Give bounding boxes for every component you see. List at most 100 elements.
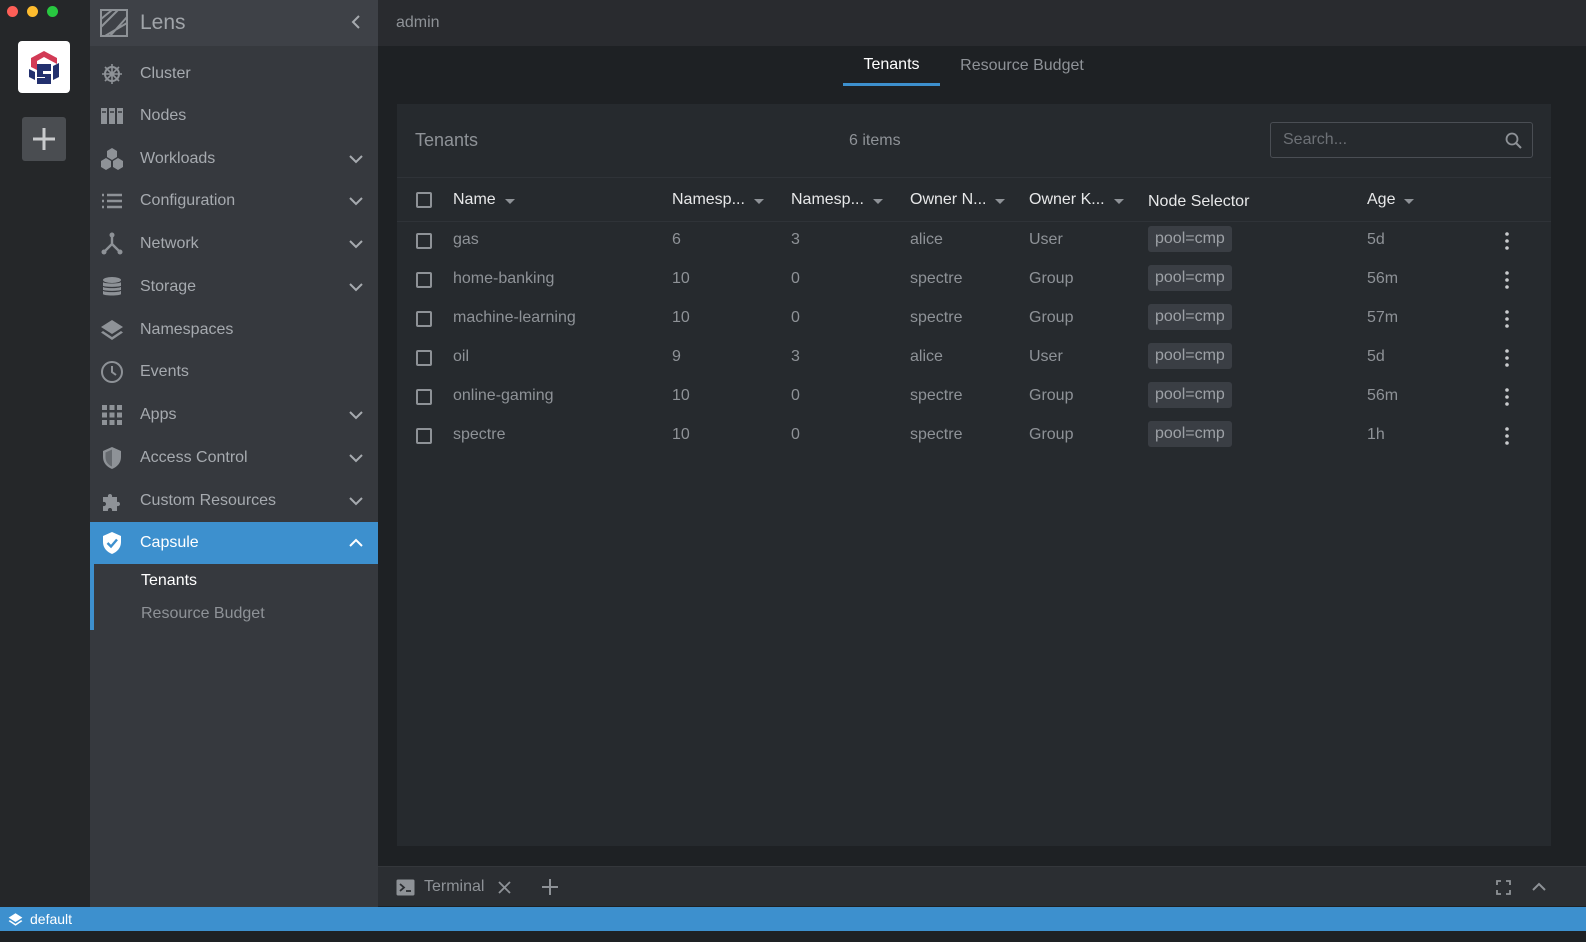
- terminal-tab[interactable]: Terminal: [396, 867, 512, 907]
- cell-owner-kind: Group: [1029, 426, 1074, 443]
- sidebar-subitem-resource-budget[interactable]: Resource Budget: [141, 605, 265, 623]
- main-content: admin Tenants Resource Budget Tenants 6 …: [378, 0, 1586, 918]
- panel-header: Tenants 6 items: [397, 104, 1551, 178]
- search-box[interactable]: [1270, 122, 1533, 158]
- sidebar-item-custom-resources[interactable]: Custom Resources: [90, 480, 378, 522]
- sidebar-item-storage[interactable]: Storage: [90, 266, 378, 308]
- sidebar-item-events[interactable]: Events: [90, 351, 378, 393]
- row-checkbox[interactable]: [416, 272, 432, 288]
- maximize-window-button[interactable]: [47, 6, 58, 17]
- table-row[interactable]: machine-learning 10 0 spectre Group pool…: [397, 300, 1551, 339]
- sidebar-item-label: Events: [140, 363, 189, 380]
- column-label: Namesp...: [672, 191, 745, 208]
- table-row[interactable]: gas 6 3 alice User pool=cmp 5d: [397, 222, 1551, 261]
- minimize-window-button[interactable]: [27, 6, 38, 17]
- cell-name: online-gaming: [453, 387, 554, 404]
- cell-namespace-quota: 6: [672, 231, 681, 248]
- sidebar-item-configuration[interactable]: Configuration: [90, 180, 378, 222]
- tab-tenants[interactable]: Tenants: [843, 46, 940, 86]
- list-icon: [102, 193, 122, 209]
- row-checkbox[interactable]: [416, 311, 432, 327]
- chevron-left-icon[interactable]: [346, 12, 366, 32]
- cell-name: home-banking: [453, 270, 555, 287]
- chevron-down-icon[interactable]: [348, 151, 364, 167]
- cell-namespace-quota: 10: [672, 270, 690, 287]
- row-checkbox[interactable]: [416, 428, 432, 444]
- puzzle-icon: [103, 494, 120, 511]
- chevron-down-icon[interactable]: [348, 407, 364, 423]
- table-row[interactable]: oil 9 3 alice User pool=cmp 5d: [397, 339, 1551, 378]
- column-header-age[interactable]: Age: [1367, 191, 1415, 209]
- select-all-checkbox[interactable]: [416, 192, 432, 208]
- node-selector-badge: pool=cmp: [1148, 226, 1232, 252]
- sidebar-item-namespaces[interactable]: Namespaces: [90, 309, 378, 351]
- layers-icon: [8, 912, 23, 926]
- items-count: 6 items: [849, 132, 901, 149]
- column-header-owner-kind[interactable]: Owner K...: [1029, 191, 1124, 209]
- sidebar-item-cluster[interactable]: Cluster: [90, 53, 378, 95]
- cell-owner-kind: Group: [1029, 387, 1074, 404]
- cell-owner-kind: Group: [1029, 270, 1074, 287]
- window-bottom-edge: [0, 931, 1586, 942]
- tab-resource-budget[interactable]: Resource Budget: [950, 46, 1094, 86]
- chevron-down-icon[interactable]: [348, 193, 364, 209]
- sidebar-item-network[interactable]: Network: [90, 223, 378, 265]
- sort-caret-icon: [995, 198, 1006, 204]
- cell-owner-kind: User: [1029, 348, 1063, 365]
- chevron-down-icon[interactable]: [348, 493, 364, 509]
- kebab-menu-icon[interactable]: [1505, 232, 1509, 250]
- fullscreen-icon[interactable]: [1496, 880, 1511, 895]
- sidebar-item-access-control[interactable]: Access Control: [90, 437, 378, 479]
- table-row[interactable]: home-banking 10 0 spectre Group pool=cmp…: [397, 261, 1551, 300]
- cell-owner-name: spectre: [910, 387, 963, 404]
- sidebar-item-workloads[interactable]: Workloads: [90, 138, 378, 180]
- column-label: Age: [1367, 191, 1396, 208]
- column-header-name[interactable]: Name: [453, 191, 515, 209]
- cell-owner-name: alice: [910, 348, 943, 365]
- row-checkbox[interactable]: [416, 389, 432, 405]
- plus-icon[interactable]: [542, 879, 558, 895]
- kebab-menu-icon[interactable]: [1505, 310, 1509, 328]
- kebab-menu-icon[interactable]: [1505, 349, 1509, 367]
- search-input[interactable]: [1271, 123, 1501, 157]
- row-checkbox[interactable]: [416, 350, 432, 366]
- cell-namespace-quota: 10: [672, 426, 690, 443]
- column-header-namespaces-quota[interactable]: Namesp...: [672, 191, 764, 209]
- tenants-panel: Tenants 6 items Name Namesp... Namesp...…: [397, 104, 1551, 846]
- namespace-status[interactable]: default: [30, 911, 72, 927]
- chevron-up-icon[interactable]: [348, 535, 364, 551]
- column-header-owner-name[interactable]: Owner N...: [910, 191, 1006, 209]
- kebab-menu-icon[interactable]: [1505, 427, 1509, 445]
- sidebar-item-capsule[interactable]: Capsule: [90, 522, 378, 564]
- close-window-button[interactable]: [7, 6, 18, 17]
- kebab-menu-icon[interactable]: [1505, 271, 1509, 289]
- chevron-up-icon[interactable]: [1532, 881, 1546, 893]
- cell-age: 57m: [1367, 309, 1399, 326]
- sidebar-item-nodes[interactable]: Nodes: [90, 95, 378, 137]
- chevron-down-icon[interactable]: [348, 236, 364, 252]
- sidebar-item-label: Workloads: [140, 150, 216, 167]
- cell-name: machine-learning: [453, 309, 576, 326]
- row-checkbox[interactable]: [416, 233, 432, 249]
- add-cluster-button[interactable]: [22, 117, 66, 161]
- sidebar-item-apps[interactable]: Apps: [90, 394, 378, 436]
- network-icon: [101, 232, 123, 255]
- table-row[interactable]: online-gaming 10 0 spectre Group pool=cm…: [397, 378, 1551, 417]
- close-icon[interactable]: [498, 880, 512, 894]
- layers-icon: [101, 320, 123, 340]
- sort-caret-icon: [872, 198, 883, 204]
- sort-caret-icon: [753, 198, 764, 204]
- search-icon[interactable]: [1505, 132, 1522, 149]
- chevron-down-icon[interactable]: [348, 450, 364, 466]
- column-label: Name: [453, 191, 496, 208]
- cell-name: gas: [453, 231, 479, 248]
- sidebar-subitem-tenants[interactable]: Tenants: [141, 572, 197, 590]
- kebab-menu-icon[interactable]: [1505, 388, 1509, 406]
- cluster-avatar[interactable]: [18, 41, 70, 93]
- chevron-down-icon[interactable]: [348, 279, 364, 295]
- terminal-icon: [396, 879, 415, 895]
- tab-label: Resource Budget: [960, 57, 1084, 74]
- nodes-icon: [101, 108, 123, 124]
- table-row[interactable]: spectre 10 0 spectre Group pool=cmp 1h: [397, 417, 1551, 456]
- column-header-namespaces-count[interactable]: Namesp...: [791, 191, 883, 209]
